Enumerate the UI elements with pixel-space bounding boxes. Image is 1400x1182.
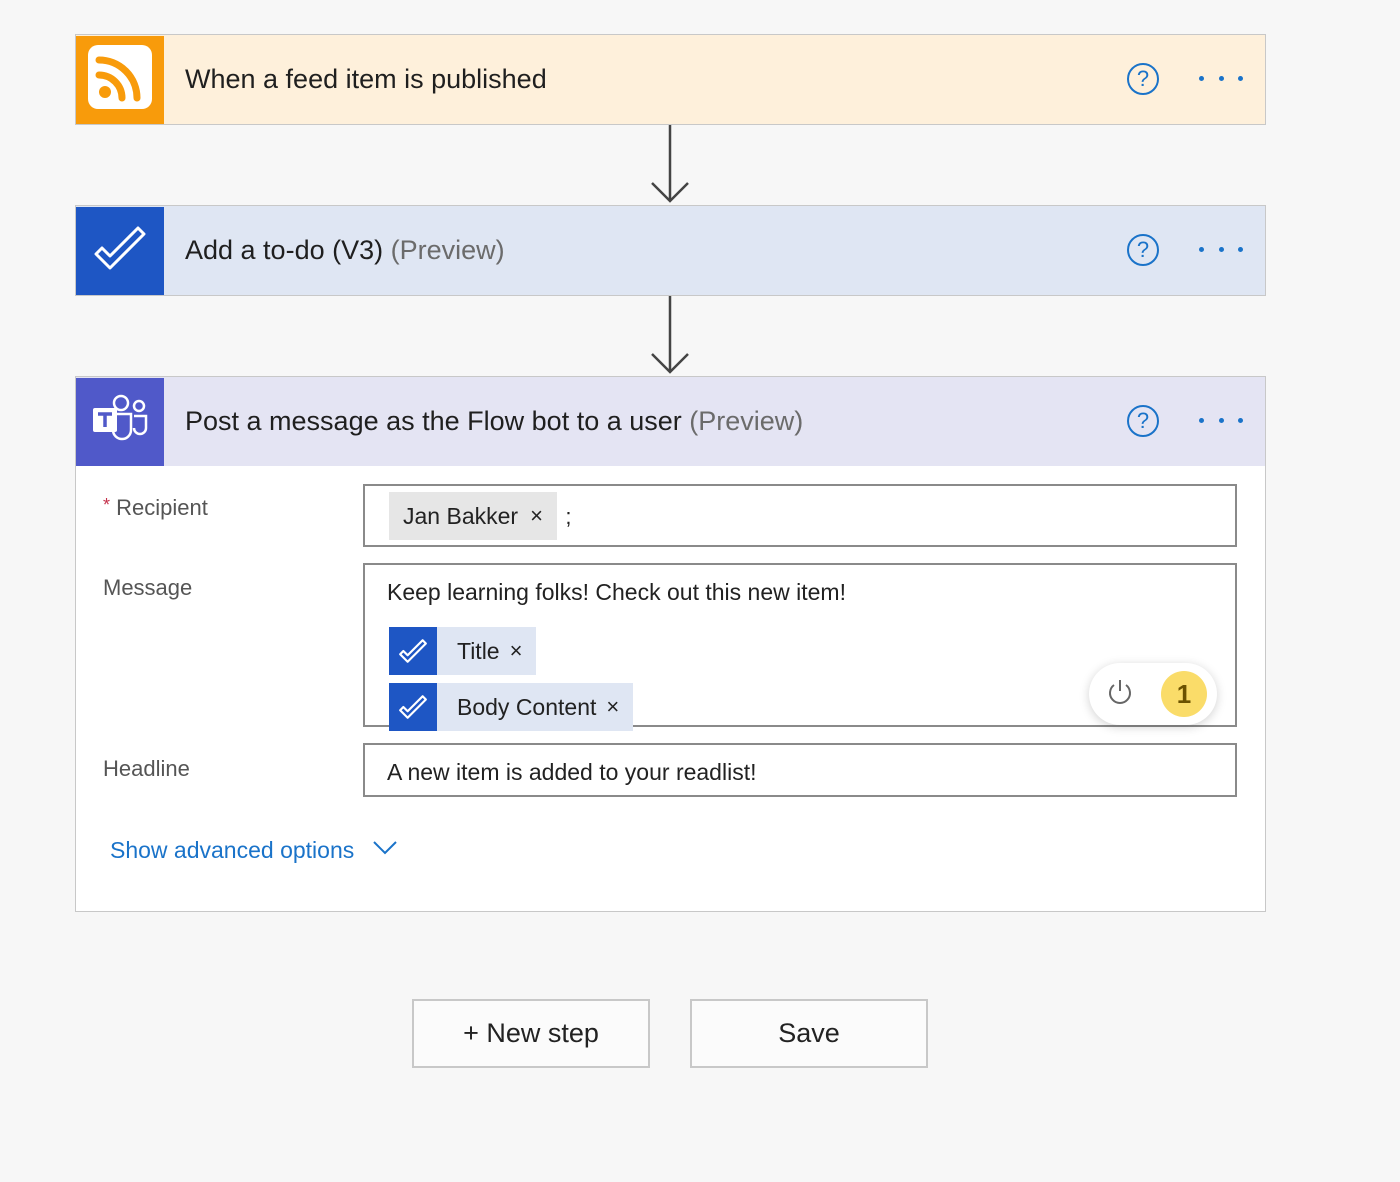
recipient-separator: ; [565, 503, 572, 529]
save-button[interactable]: Save [690, 999, 928, 1068]
todo-title-text: Add a to-do (V3) [185, 235, 384, 265]
teams-icon-box [76, 377, 164, 466]
new-step-button[interactable]: + New step [412, 999, 650, 1068]
todo-check-icon [92, 224, 148, 277]
trigger-title-text: When a feed item is published [185, 64, 547, 94]
headline-label: Headline [103, 756, 190, 782]
remove-token-icon[interactable]: × [510, 638, 537, 664]
teams-title-text: Post a message as the Flow bot to a user [185, 406, 682, 436]
recipient-field[interactable]: Jan Bakker × ; [363, 484, 1237, 547]
trigger-title: When a feed item is published [185, 64, 547, 95]
message-text: Keep learning folks! Check out this new … [387, 579, 846, 605]
recipient-label: * Recipient [103, 495, 208, 521]
recipient-chip[interactable]: Jan Bakker × [389, 492, 557, 540]
show-advanced-options-label: Show advanced options [110, 837, 355, 863]
body-content-token[interactable]: Body Content × [389, 683, 634, 731]
message-field[interactable]: Keep learning folks! Check out this new … [363, 563, 1237, 731]
trigger-header[interactable]: When a feed item is published ? [76, 35, 1265, 124]
todo-icon-box [76, 206, 164, 295]
headline-field[interactable]: A new item is added to your readlist! [363, 743, 1237, 797]
more-options-icon[interactable] [1199, 73, 1243, 83]
headline-value: A new item is added to your readlist! [387, 759, 757, 785]
help-icon[interactable]: ? [1127, 234, 1159, 266]
remove-token-icon[interactable]: × [606, 694, 633, 720]
more-options-icon[interactable] [1199, 415, 1243, 425]
teams-card[interactable]: Post a message as the Flow bot to a user… [75, 376, 1266, 912]
flow-arrow-icon [651, 296, 689, 374]
trigger-card[interactable]: When a feed item is published ? [75, 34, 1266, 125]
todo-title: Add a to-do (V3) (Preview) [185, 235, 505, 266]
headline-label-text: Headline [103, 756, 190, 781]
more-options-icon[interactable] [1199, 244, 1243, 254]
remove-recipient-icon[interactable]: × [530, 503, 543, 529]
teams-header[interactable]: Post a message as the Flow bot to a user… [76, 377, 1265, 466]
body-content-token-label: Body Content [457, 693, 597, 720]
issue-count-badge[interactable]: 1 [1161, 671, 1207, 717]
chevron-down-icon [372, 840, 398, 861]
message-label-text: Message [103, 575, 193, 600]
editor-assist-widget[interactable]: 1 [1089, 663, 1217, 725]
flow-arrow-icon [651, 125, 689, 203]
help-icon[interactable]: ? [1127, 63, 1159, 95]
teams-icon [91, 394, 149, 449]
show-advanced-options-link[interactable]: Show advanced options [110, 837, 398, 864]
title-token[interactable]: Title × [389, 627, 537, 675]
recipient-chip-label: Jan Bakker [403, 502, 519, 529]
power-icon[interactable] [1105, 677, 1135, 712]
rss-icon [86, 43, 154, 116]
todo-header[interactable]: Add a to-do (V3) (Preview) ? [76, 206, 1265, 295]
recipient-label-text: Recipient [116, 495, 208, 520]
teams-title: Post a message as the Flow bot to a user… [185, 406, 803, 437]
todo-check-icon [389, 627, 437, 675]
message-label: Message [103, 575, 192, 601]
teams-preview-label: (Preview) [689, 406, 804, 436]
todo-preview-label: (Preview) [390, 235, 505, 265]
todo-card[interactable]: Add a to-do (V3) (Preview) ? [75, 205, 1266, 296]
todo-check-icon [389, 683, 437, 731]
required-marker: * [103, 495, 111, 515]
help-icon[interactable]: ? [1127, 405, 1159, 437]
trigger-icon-box [76, 35, 164, 124]
title-token-label: Title [457, 637, 500, 664]
